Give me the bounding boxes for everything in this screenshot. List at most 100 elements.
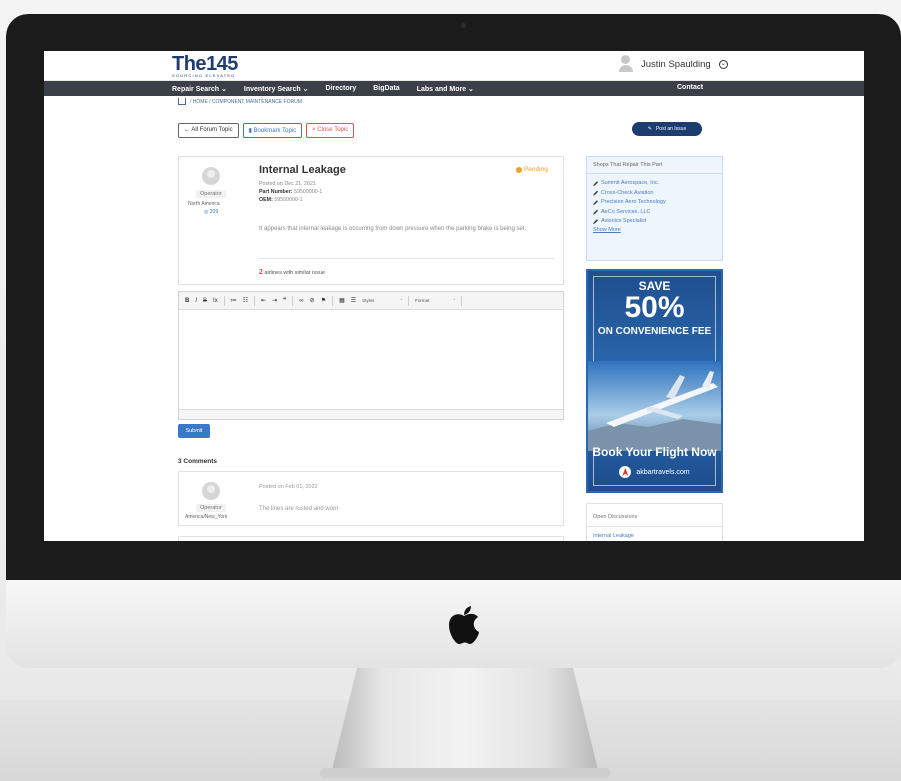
ad-percent: 50% bbox=[624, 291, 685, 324]
nav-bigdata[interactable]: BigData bbox=[373, 85, 399, 92]
toolbar-separator bbox=[223, 295, 225, 306]
topic-actions: ← All Forum Topic ▮ Bookmark Topic × Clo… bbox=[178, 123, 355, 138]
similar-text: airlines with similar issue bbox=[264, 270, 325, 276]
author-avatar bbox=[202, 167, 220, 185]
post-issue-label: Post an Issue bbox=[655, 126, 687, 132]
breadcrumb: / HOME / COMPONENT MAINTENANCE FORUM bbox=[178, 98, 302, 105]
logo-number: 145 bbox=[206, 53, 238, 75]
nav-contact[interactable]: Contact bbox=[677, 84, 703, 91]
advertisement-banner[interactable]: SAVE 50% ON CONVENIENCE FEE Book Your Fl… bbox=[586, 269, 723, 493]
top-bar: The145 SOURCING ELEVATED Justin Spauldin… bbox=[44, 51, 864, 81]
monitor: The145 SOURCING ELEVATED Justin Spauldin… bbox=[6, 14, 901, 668]
home-icon[interactable] bbox=[178, 98, 186, 105]
airplane-icon bbox=[588, 361, 721, 451]
italic-button[interactable]: I bbox=[195, 298, 197, 304]
link-button[interactable]: ∞ bbox=[299, 298, 303, 304]
chevron-down-icon[interactable]: ⌄ bbox=[718, 59, 728, 69]
open-discussions-title: Open Discussions bbox=[587, 504, 722, 527]
indent-button[interactable]: ⇥ bbox=[272, 297, 277, 304]
submit-button[interactable]: Submit bbox=[178, 424, 210, 438]
open-discussions-panel: Open Discussions Internal Leakage bbox=[586, 503, 723, 541]
nav-directory[interactable]: Directory bbox=[326, 85, 357, 92]
bold-button[interactable]: B bbox=[185, 298, 189, 304]
anchor-button[interactable]: ⚑ bbox=[321, 297, 326, 304]
ad-brand: akbartravels.com bbox=[588, 466, 721, 478]
issue-part-number: Part Number: 59500000-1 bbox=[259, 189, 323, 195]
status-text: Pending bbox=[524, 166, 548, 173]
horizontal-rule-button[interactable]: ☰ bbox=[351, 297, 356, 304]
breadcrumb-path[interactable]: / HOME / COMPONENT MAINTENANCE FORUM bbox=[190, 99, 302, 105]
comments-title: 3 Comments bbox=[178, 458, 218, 465]
author-role-badge: Operator bbox=[196, 190, 226, 198]
clear-format-button[interactable]: Ix bbox=[213, 298, 218, 304]
editor-toolbar: B I S Ix ≔ ☷ ⇤ ⇥ ❞ ∞ ⊘ ⚑ ▦ ☰ Styles ˆ Fo… bbox=[179, 292, 563, 310]
status-badge: Pending bbox=[516, 166, 548, 173]
shop-link[interactable]: Precision Aero Technology bbox=[593, 198, 716, 208]
shops-title: Shops That Repair This Part bbox=[587, 157, 722, 174]
close-topic-button[interactable]: × Close Topic bbox=[306, 123, 355, 138]
table-button[interactable]: ▦ bbox=[339, 297, 345, 304]
comment-item: Operator America/New_York Posted on Feb … bbox=[178, 471, 564, 526]
logo-text: The bbox=[172, 53, 207, 75]
shop-link[interactable]: Avionics Specialist bbox=[593, 217, 716, 227]
pencil-icon bbox=[593, 219, 598, 225]
nav-labs-and-more[interactable]: Labs and More ⌄ bbox=[417, 85, 474, 93]
apple-logo-icon bbox=[449, 606, 479, 645]
akbar-travels-logo-icon bbox=[619, 466, 632, 478]
comment-date: Posted on Feb 01, 2022 bbox=[259, 484, 318, 490]
numbered-list-button[interactable]: ≔ bbox=[231, 297, 237, 304]
bookmark-topic-button[interactable]: ▮ Bookmark Topic bbox=[242, 123, 303, 138]
comment-author-avatar bbox=[202, 482, 220, 500]
all-forum-topic-button[interactable]: ← All Forum Topic bbox=[178, 123, 239, 138]
nav-inventory-search[interactable]: Inventory Search ⌄ bbox=[244, 85, 309, 93]
pencil-icon bbox=[593, 190, 598, 196]
issue-oem: OEM: 59500000-1 bbox=[259, 197, 303, 203]
comment-author-region: America/New_York bbox=[185, 514, 228, 520]
issue-card: Operator North America ◎ 209 Internal Le… bbox=[178, 156, 564, 285]
browser-screen: The145 SOURCING ELEVATED Justin Spauldin… bbox=[44, 51, 864, 541]
ad-cta: Book Your Flight Now bbox=[592, 445, 717, 459]
editor-resize-bar[interactable] bbox=[179, 409, 563, 419]
comment-text: The lines are rusted and worn bbox=[259, 506, 339, 512]
author-region: North America bbox=[188, 201, 220, 207]
bullet-list-button[interactable]: ☷ bbox=[243, 297, 248, 304]
issue-body: It appears that internal leakage is occu… bbox=[259, 226, 527, 232]
styles-dropdown[interactable]: Styles ˆ bbox=[362, 298, 402, 303]
logo-tagline: SOURCING ELEVATED bbox=[172, 73, 236, 78]
shop-link[interactable]: Cross-Check Aviation bbox=[593, 189, 716, 199]
similar-issue-count[interactable]: 2 airlines with similar issue bbox=[259, 269, 325, 276]
ad-brand-text: akbartravels.com bbox=[636, 468, 690, 476]
user-menu[interactable]: Justin Spaulding ⌄ bbox=[619, 55, 728, 73]
avatar bbox=[619, 55, 633, 73]
nav-repair-search[interactable]: Repair Search ⌄ bbox=[172, 85, 227, 93]
similar-count: 2 bbox=[259, 269, 263, 276]
unlink-button[interactable]: ⊘ bbox=[310, 297, 315, 304]
pencil-icon: ✎ bbox=[647, 126, 652, 132]
user-name: Justin Spaulding bbox=[641, 58, 711, 70]
issue-posted-date: Posted on Dec 21, 2021 bbox=[259, 181, 316, 187]
monitor-stand-foot bbox=[320, 768, 610, 778]
shop-link[interactable]: AeCo Services, LLC bbox=[593, 208, 716, 218]
pencil-icon bbox=[593, 209, 598, 215]
comment-editor[interactable]: B I S Ix ≔ ☷ ⇤ ⇥ ❞ ∞ ⊘ ⚑ ▦ ☰ Styles ˆ Fo… bbox=[178, 291, 564, 420]
comment-author-role: Operator bbox=[196, 504, 226, 512]
ad-fee-text: ON CONVENIENCE FEE bbox=[597, 326, 712, 337]
shops-list: Summit Aerospace, Inc. Cross-Check Aviat… bbox=[587, 174, 722, 238]
blockquote-button[interactable]: ❞ bbox=[283, 297, 286, 304]
shops-panel: Shops That Repair This Part Summit Aeros… bbox=[586, 156, 723, 261]
strike-button[interactable]: S bbox=[203, 298, 207, 304]
open-discussion-link[interactable]: Internal Leakage bbox=[587, 527, 722, 541]
site-logo[interactable]: The145 SOURCING ELEVATED bbox=[172, 53, 238, 78]
pending-status-icon bbox=[516, 166, 522, 173]
pencil-icon bbox=[593, 181, 598, 187]
format-dropdown[interactable]: Format ˆ bbox=[415, 298, 455, 303]
author-points: ◎ 209 bbox=[204, 209, 219, 215]
issue-meta: Posted on Dec 21, 2021 Part Number: 5950… bbox=[259, 180, 322, 204]
outdent-button[interactable]: ⇤ bbox=[261, 297, 266, 304]
post-issue-button[interactable]: ✎ Post an Issue bbox=[632, 122, 702, 136]
monitor-stand bbox=[330, 668, 600, 778]
comment-item bbox=[178, 536, 564, 541]
issue-title: Internal Leakage bbox=[259, 164, 346, 176]
show-more-link[interactable]: Show More bbox=[593, 227, 716, 233]
shop-link[interactable]: Summit Aerospace, Inc. bbox=[593, 179, 716, 189]
